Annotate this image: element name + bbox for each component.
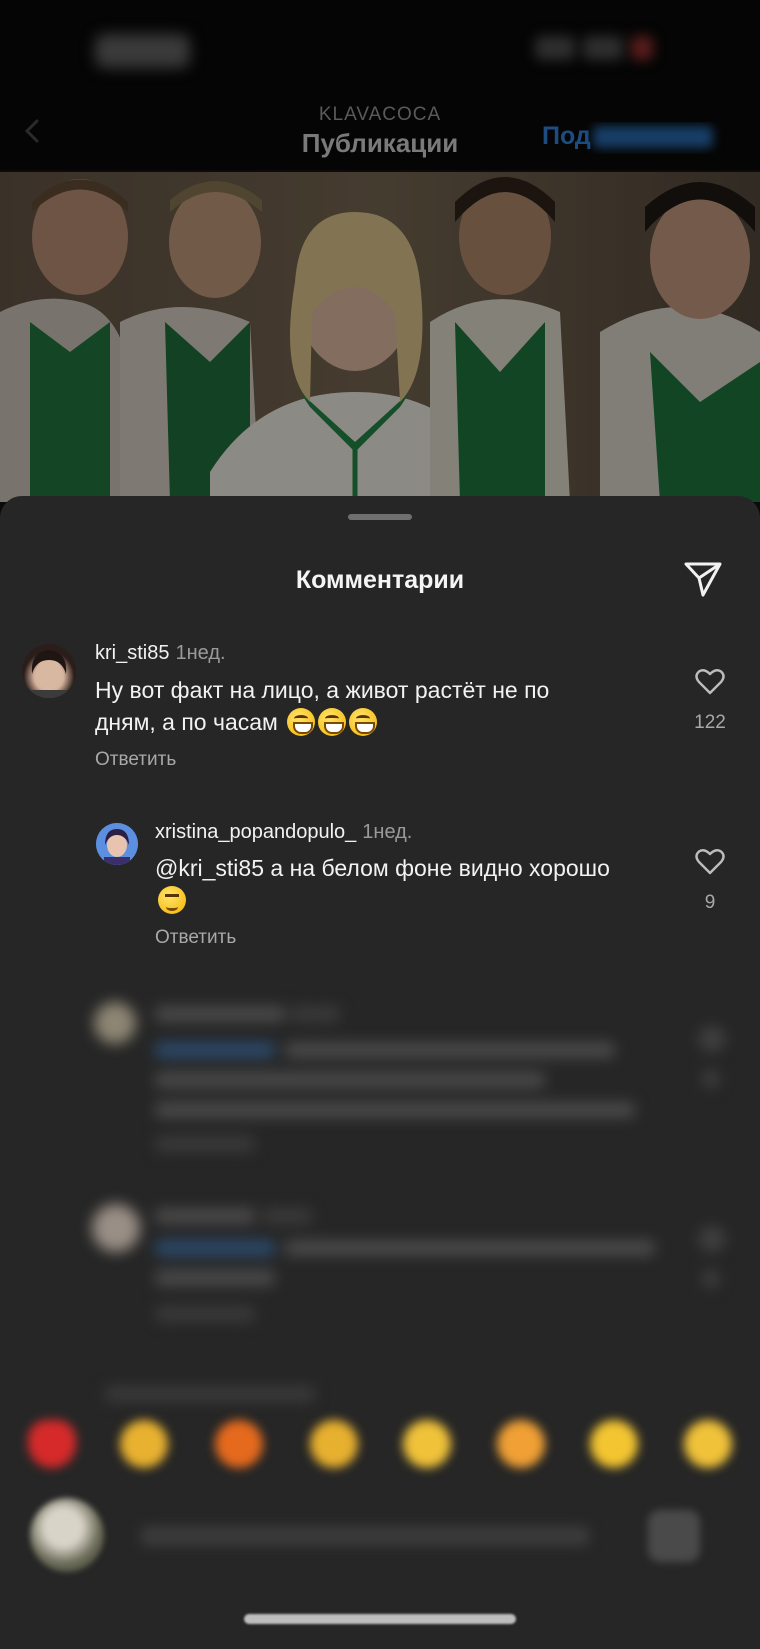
blurred-comment (0, 996, 760, 1176)
fire-emoji-icon[interactable] (215, 1420, 263, 1468)
top-bar: KLAVACOCA Публикации Под (0, 0, 760, 170)
status-bar-icons (535, 36, 695, 66)
crying-face-emoji-icon[interactable] (403, 1420, 451, 1468)
comment-input-bar (0, 1490, 760, 1600)
instagram-comments-screen: KLAVACOCA Публикации Под Комментарии kri… (0, 0, 760, 1649)
avatar (30, 1498, 104, 1572)
heart-eyes-emoji-icon[interactable] (497, 1420, 545, 1468)
comment-time: 1нед. (362, 821, 413, 843)
laughing-face-emoji-icon[interactable] (684, 1420, 732, 1468)
like-button[interactable] (688, 848, 732, 876)
post-image[interactable] (0, 172, 760, 502)
avatar[interactable] (96, 823, 138, 865)
comment-item: xristina_popandopulo_ 1нед. @kri_sti85 а … (0, 496, 760, 976)
home-indicator[interactable] (244, 1614, 516, 1624)
comment-username[interactable]: xristina_popandopulo_ (155, 821, 356, 843)
comment-mention[interactable]: @kri_sti85 (155, 855, 264, 881)
heart-emoji-icon[interactable] (28, 1420, 76, 1468)
gif-icon[interactable] (648, 1510, 700, 1562)
comment-text: @kri_sti85 а на белом фоне видно хорошо (155, 852, 675, 916)
winking-face-icon (158, 886, 186, 914)
clapping-emoji-icon[interactable] (120, 1420, 168, 1468)
blurred-comment (0, 1196, 760, 1336)
surprised-face-emoji-icon[interactable] (590, 1420, 638, 1468)
comment-input[interactable] (140, 1526, 590, 1546)
image-dim-overlay (0, 172, 760, 502)
follow-button[interactable]: Под (542, 122, 732, 154)
status-bar-time (95, 34, 190, 68)
follow-label: Под (542, 122, 591, 150)
heart-outline-icon (695, 849, 725, 875)
comment-text-line1: а на белом фоне видно хорошо (264, 855, 610, 881)
reply-button[interactable]: Ответить (155, 927, 236, 949)
like-count: 9 (704, 892, 716, 913)
blurred-view-replies (0, 1376, 760, 1416)
comment-username-line: xristina_popandopulo_ 1нед. (155, 821, 412, 844)
quick-reactions-row (0, 1420, 760, 1480)
raised-hands-emoji-icon[interactable] (310, 1420, 358, 1468)
